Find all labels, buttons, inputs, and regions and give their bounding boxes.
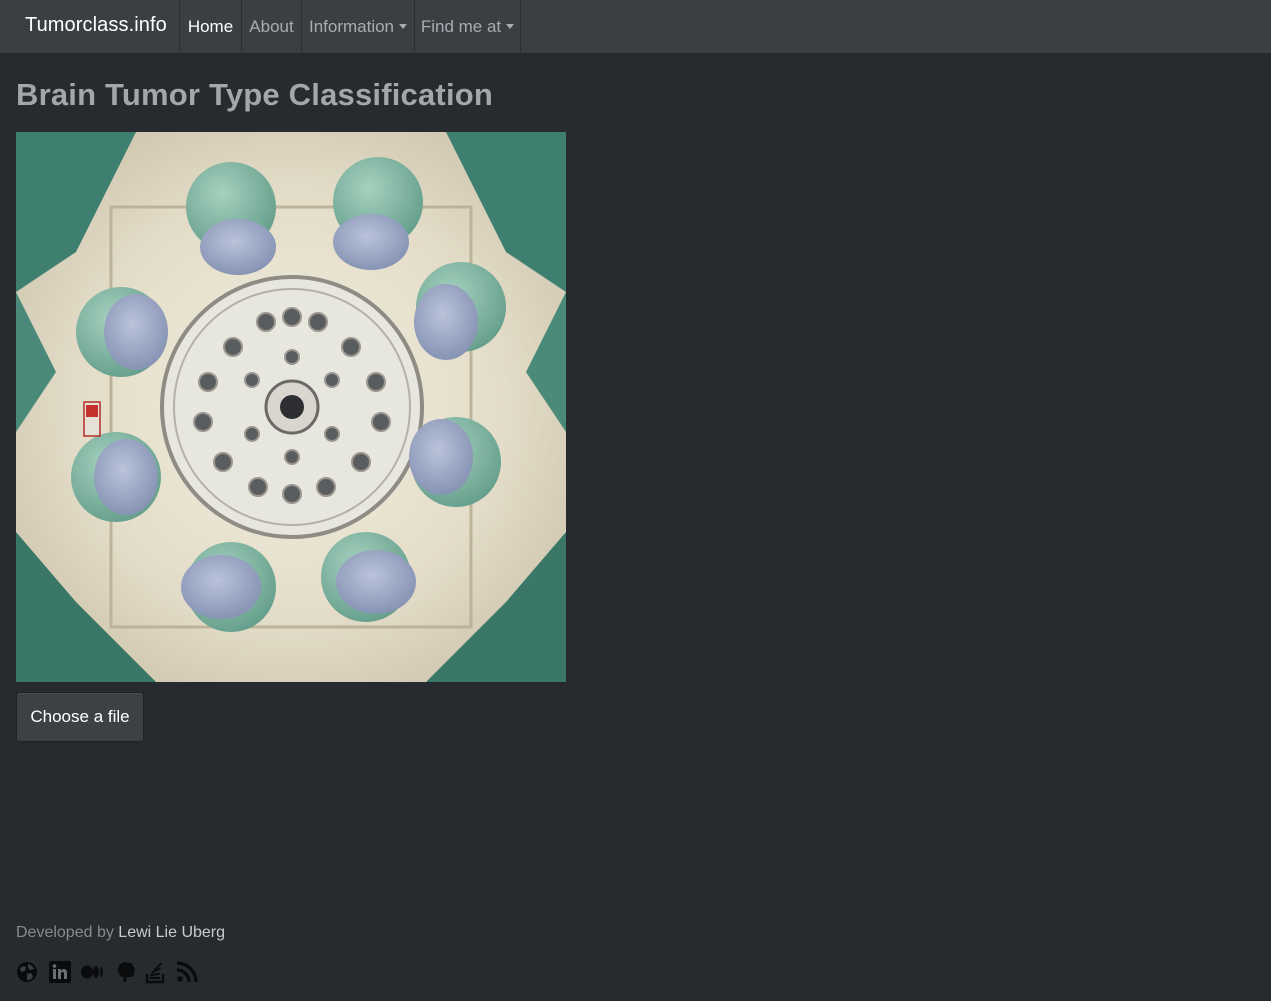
linkedin-icon[interactable]	[48, 960, 72, 984]
surgeons-photo	[16, 132, 566, 682]
footer-credit: Developed by Lewi Lie Uberg	[16, 924, 225, 942]
nav-divider	[520, 0, 521, 54]
brand-link[interactable]: Tumorclass.info	[25, 14, 167, 37]
nav-home-label: Home	[187, 17, 234, 36]
navbar: Tumorclass.info Home About Information F…	[0, 0, 1271, 54]
kaggle-icon[interactable]	[114, 960, 138, 984]
author-link[interactable]: Lewi Lie Uberg	[118, 924, 225, 941]
nav-find-me-dropdown[interactable]: Find me at	[415, 0, 520, 54]
choose-file-button[interactable]: Choose a file	[16, 692, 144, 742]
globe-icon[interactable]	[15, 960, 39, 984]
nav-about[interactable]: About	[242, 0, 301, 54]
medium-icon[interactable]	[80, 960, 104, 984]
nav-home[interactable]: Home	[180, 0, 241, 54]
nav-information-label: Information	[308, 17, 395, 36]
footer-developed-by: Developed by	[16, 924, 114, 941]
nav-about-label: About	[249, 17, 294, 36]
page-title: Brain Tumor Type Classification	[16, 77, 494, 112]
caret-down-icon	[399, 24, 408, 29]
nav-information-dropdown[interactable]: Information	[302, 0, 414, 54]
rss-icon[interactable]	[175, 960, 199, 984]
caret-down-icon	[506, 24, 515, 29]
nav-find-me-label: Find me at	[420, 17, 502, 36]
stackoverflow-icon[interactable]	[144, 960, 168, 984]
